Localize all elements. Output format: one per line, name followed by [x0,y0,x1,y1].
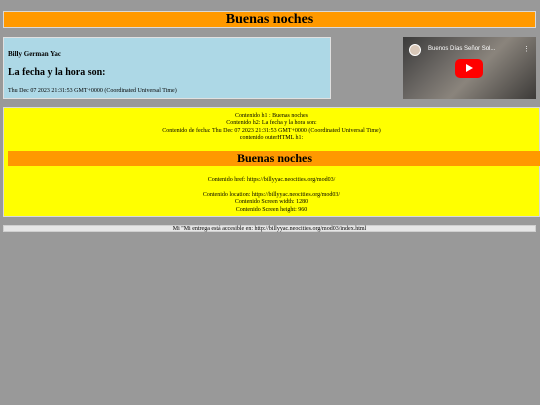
h2-content-line: Contenido h2: La fecha y la hora son: [226,120,317,126]
info-panel: Billy German Yac La fecha y la hora son:… [3,37,331,99]
inner-h1-heading: Buenas noches [8,151,540,166]
channel-avatar[interactable] [409,44,421,56]
content-panel: Contenido h1 : Buenas noches Contenido h… [3,107,540,217]
screen-width-line: Contenido Screen width: 1280 [234,199,309,205]
more-vert-icon[interactable]: ⋮ [523,45,530,53]
youtube-play-icon[interactable] [455,59,483,78]
page-title: Buenas noches [3,11,536,28]
h1-content-line: Contenido h1 : Buenas noches [235,113,308,119]
location-line: Contenido location: https://billyyac.neo… [202,192,341,198]
footer-note: Mi "Mi entrega está accesible en: http:/… [3,225,536,232]
date-text: Thu Dec 07 2023 21:31:53 GMT+0000 (Coord… [8,88,177,94]
date-content-line: Contenido de fecha: Thu Dec 07 2023 21:3… [162,128,381,134]
date-heading: La fecha y la hora son: [8,67,106,78]
author-name: Billy German Yac [8,50,62,58]
youtube-embed[interactable]: Buenos Días Señor Sol... ⋮ [403,37,536,99]
outerhtml-line: contenido outerHTML h1: [239,135,304,141]
screen-height-line: Contenido Screen height: 960 [235,207,308,213]
video-title[interactable]: Buenos Días Señor Sol... [428,46,495,52]
href-line: Contenido href: https://billyyac.neociti… [207,177,336,183]
